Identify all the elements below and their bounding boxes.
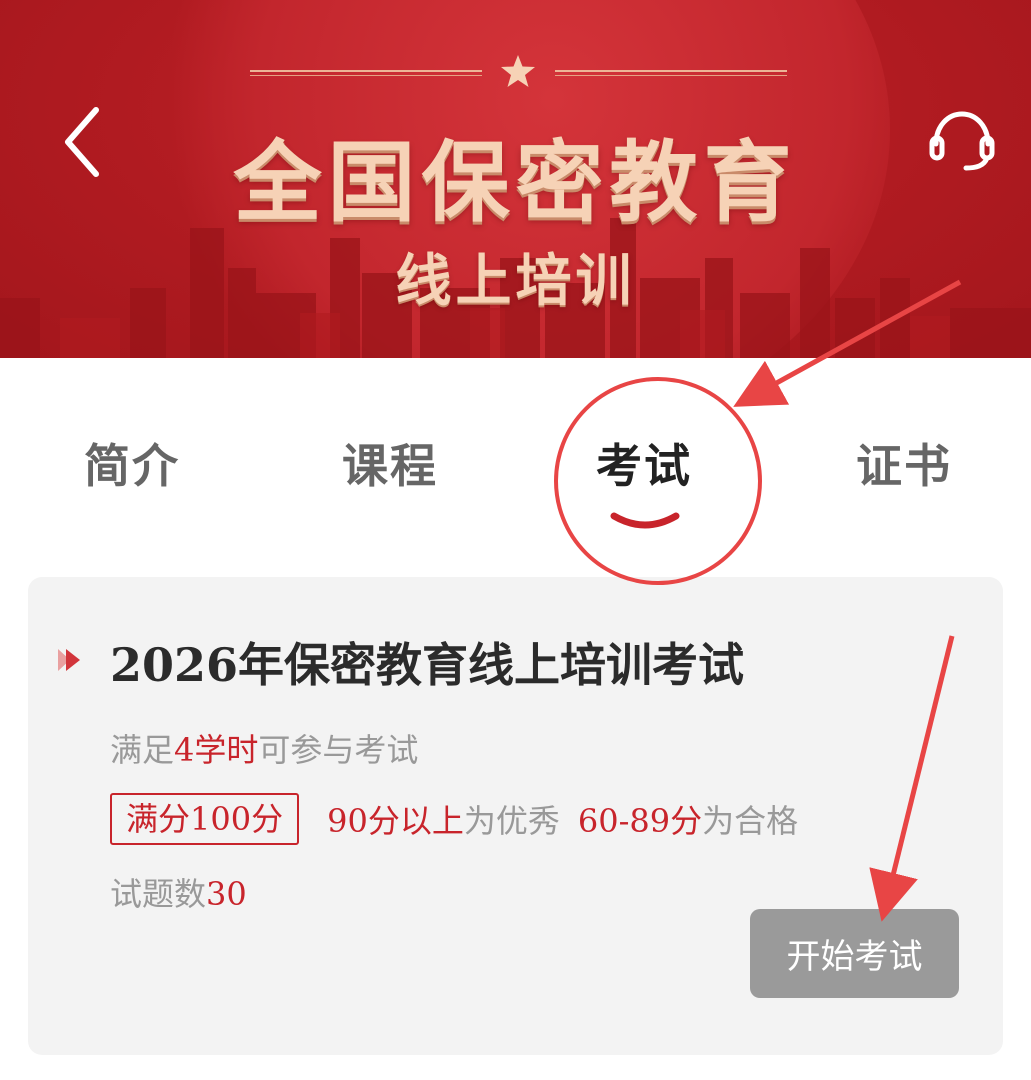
tab-bar: 简介 课程 考试 证书 (0, 358, 1031, 558)
question-count: 试题数30 (110, 869, 247, 915)
star-icon (501, 55, 535, 87)
pass-range: 60-89分 (577, 802, 703, 840)
decorative-line-left (250, 70, 482, 76)
back-chevron-icon[interactable] (58, 104, 108, 180)
exam-card: 2026年保密教育线上培训考试 满足4学时可参与考试 满分100分 90分以上为… (28, 577, 1003, 1055)
question-count-value: 30 (206, 875, 247, 913)
tab-exam[interactable]: 考试 (596, 430, 692, 496)
exam-requirement: 满足4学时可参与考试 (110, 725, 418, 771)
tab-courses[interactable]: 课程 (342, 430, 438, 496)
banner: 全国保密教育 线上培训 (0, 0, 1031, 358)
play-marker-icon (58, 649, 80, 671)
start-exam-button[interactable]: 开始考试 (750, 909, 959, 998)
requirement-hours: 4学时 (174, 731, 259, 769)
full-score-badge: 满分100分 (110, 793, 300, 845)
banner-subtitle: 线上培训 (395, 248, 636, 314)
question-count-label: 试题数 (110, 875, 207, 913)
excellent-label: 为优秀 (463, 802, 560, 840)
requirement-suffix: 可参与考试 (258, 731, 419, 769)
tab-certificate[interactable]: 证书 (856, 430, 952, 496)
exam-scoring: 满分100分 90分以上 为优秀 60-89分 为合格 (110, 793, 798, 845)
tab-intro[interactable]: 简介 (84, 430, 180, 496)
headset-icon[interactable] (926, 104, 998, 176)
active-tab-indicator (610, 512, 680, 529)
pass-label: 为合格 (702, 802, 799, 840)
excellent-range: 90分以上 (327, 802, 464, 840)
exam-title: 2026年保密教育线上培训考试 (110, 638, 745, 692)
requirement-prefix: 满足 (110, 731, 175, 769)
banner-title: 全国保密教育 (233, 130, 798, 234)
decorative-line-right (555, 70, 787, 76)
